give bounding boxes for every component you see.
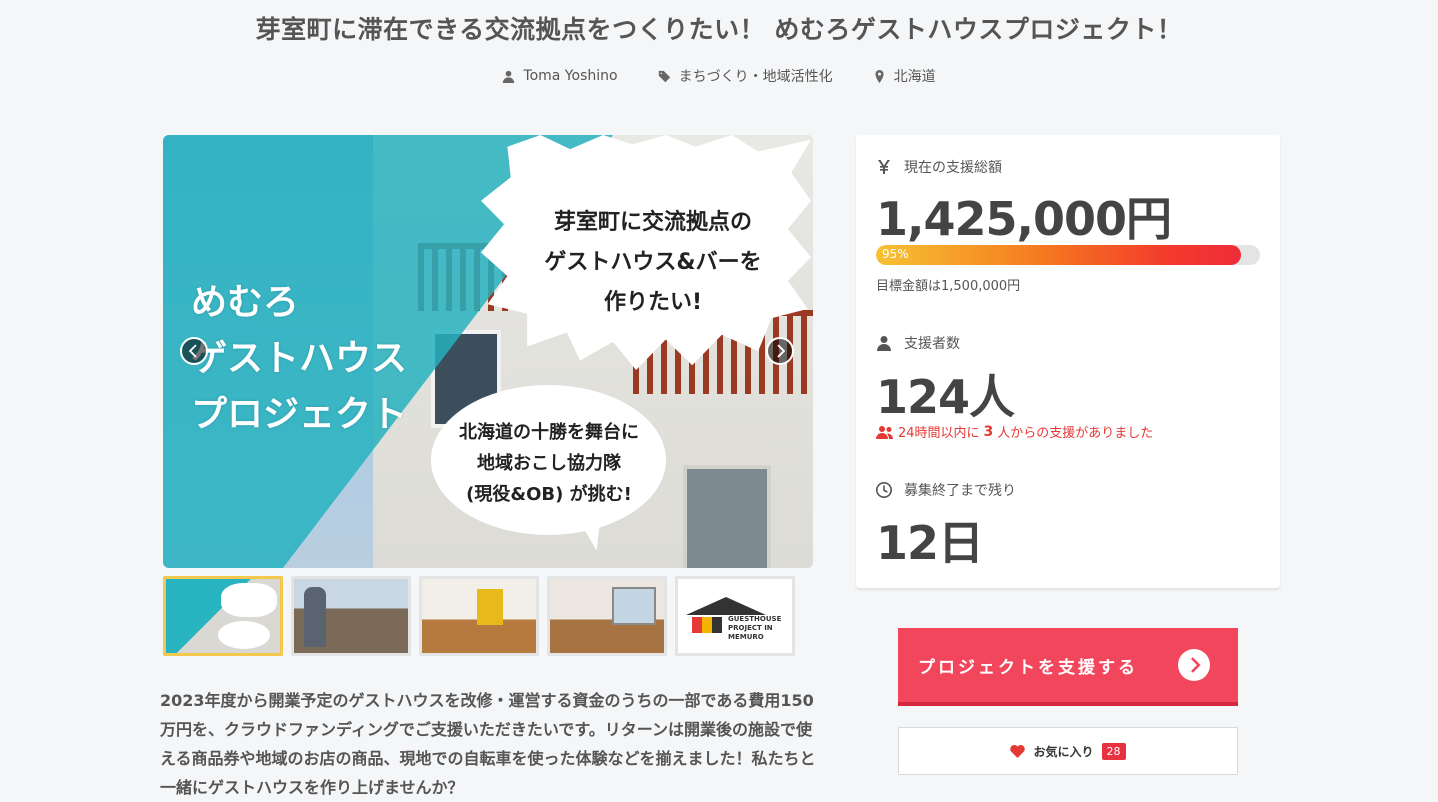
backers-label: 支援者数 [876, 333, 960, 353]
remaining-value: 12日 [876, 516, 984, 570]
burst-text: 芽室町に交流拠点の ゲストハウス&バーを 作りたい! [544, 210, 762, 315]
goal-amount: 目標金額は1,500,000円 [876, 279, 1021, 294]
category-link[interactable]: まちづくり・地域活性化 [658, 66, 833, 86]
thumbnail-5[interactable]: GUESTHOUSE PROJECT IN MEMURO [675, 576, 795, 656]
backers-value: 124人 [876, 370, 1015, 424]
chevron-left-icon [188, 344, 197, 358]
progress-bar: 95% [876, 245, 1260, 265]
progress-label: 95% [882, 247, 909, 261]
clock-icon [876, 482, 892, 498]
location-name: 北海道 [893, 69, 936, 85]
hero-image[interactable]: めむろ ゲストハウス プロジェクト 芽室町に交流拠点の ゲストハウス&バーを 作… [163, 135, 813, 568]
progress-fill: 95% [876, 245, 1241, 265]
favorite-label: お気に入り [1033, 744, 1094, 759]
thumbnail-2[interactable] [291, 576, 411, 656]
project-meta: Toma Yoshino まちづくり・地域活性化 北海道 [0, 66, 1438, 86]
project-description: 2023年度から開業予定のゲストハウスを改修・運営する資金のうちの一部である費用… [160, 691, 816, 797]
support-project-button[interactable]: プロジェクトを支援する [898, 628, 1238, 706]
favorite-button[interactable]: お気に入り 28 [898, 727, 1238, 775]
support-button-label: プロジェクトを支援する [918, 657, 1138, 678]
owner-name: Toma Yoshino [523, 68, 618, 84]
tag-icon [658, 70, 670, 82]
yen-icon [878, 160, 890, 174]
user-icon [503, 70, 515, 83]
heart-icon [1010, 744, 1026, 758]
thumbnail-4[interactable] [547, 576, 667, 656]
arrow-right-circle-icon [1178, 649, 1210, 681]
amount-label: 現在の支援総額 [876, 157, 1002, 177]
page-title: 芽室町に滞在できる交流拠点をつくりたい！ めむろゲストハウスプロジェクト！ [255, 15, 1183, 44]
amount-value: 1,425,000円 [876, 192, 1172, 246]
remaining-label: 募集終了まで残り [876, 480, 1016, 500]
thumbnail-logo-text: GUESTHOUSE PROJECT IN MEMURO [728, 615, 782, 641]
recent-backers-notice: 24時間以内に 3 人からの支援がありました [876, 422, 1153, 441]
thumbnail-1[interactable] [163, 576, 283, 656]
chevron-right-icon [777, 344, 786, 358]
bubble-text: 北海道の十勝を舞台に 地域おこし協力隊 (現役&OB) が挑む! [459, 422, 639, 505]
thumbnail-strip: GUESTHOUSE PROJECT IN MEMURO [163, 576, 795, 656]
house-logo-icon [686, 597, 766, 615]
location-link[interactable]: 北海道 [873, 66, 936, 86]
prev-slide-button[interactable] [180, 337, 208, 365]
thumbnail-3[interactable] [419, 576, 539, 656]
user-icon [877, 336, 891, 351]
owner-link[interactable]: Toma Yoshino [502, 66, 618, 86]
next-slide-button[interactable] [766, 337, 794, 365]
users-icon [876, 425, 893, 439]
favorite-count-badge: 28 [1101, 742, 1126, 760]
hero-title-text: めむろ ゲストハウス プロジェクト [191, 282, 408, 435]
funding-stats-card: 現在の支援総額 1,425,000円 95% 目標金額は1,500,000円 支… [856, 135, 1280, 588]
category-name: まちづくり・地域活性化 [678, 69, 833, 85]
map-pin-icon [875, 69, 884, 83]
